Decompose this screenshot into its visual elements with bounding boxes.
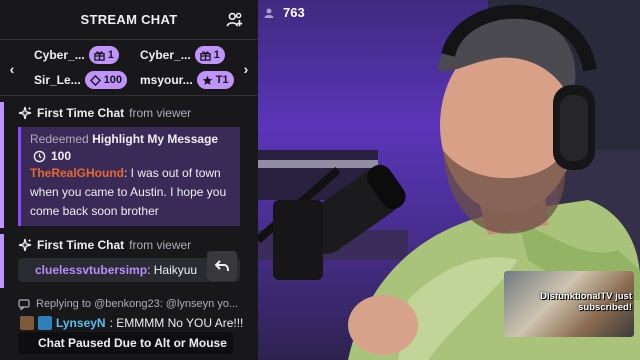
reward-name: Highlight My Message — [92, 132, 219, 146]
channel-points-icon — [33, 150, 46, 162]
gift-badge: 1 — [88, 46, 119, 64]
chat-title: STREAM CHAT — [80, 12, 178, 27]
subscriber-badge-icon — [38, 316, 52, 330]
gifter-chip[interactable]: msyour... T1 — [140, 69, 234, 91]
first-time-chat-title: First Time Chat — [37, 238, 125, 252]
reply-context[interactable]: Replying to @benkong23: @lynseyn yo... — [18, 298, 238, 310]
gift-badge: 1 — [194, 46, 225, 64]
viewers-icon — [264, 8, 274, 18]
badge-avatar-icon — [20, 316, 34, 330]
redeem-line: Redeemed Highlight My Message — [30, 132, 219, 146]
subscription-alert-text: DisfunktionalTV just subscribed! — [540, 291, 632, 313]
gifter-name: Cyber_... — [34, 48, 85, 62]
chat-username[interactable]: LynseyN — [56, 316, 106, 330]
gift-icon — [199, 50, 211, 61]
chat-header: STREAM CHAT — [0, 0, 258, 40]
first-time-chat-title: First Time Chat — [37, 106, 125, 120]
viewer-count: 763 — [264, 5, 305, 20]
subscriber-tier-badge: T1 — [196, 71, 234, 89]
sparkle-icon — [18, 238, 32, 252]
gifter-name: Cyber_... — [140, 48, 191, 62]
reply-button[interactable] — [207, 251, 237, 281]
sparkle-icon — [18, 106, 32, 120]
carousel-right-arrow-icon[interactable]: › — [240, 62, 252, 76]
channel-points-badge: 100 — [84, 71, 128, 89]
chat-message-text: : EMMMM No YOU Are!!! — [109, 316, 244, 330]
first-time-chat-header: First Time Chat from viewer — [4, 102, 258, 124]
redeem-points: 100 — [33, 149, 232, 163]
subscription-alert: DisfunktionalTV just subscribed! — [504, 271, 634, 337]
first-time-chat-subtitle: from viewer — [129, 106, 192, 120]
highlighted-message: Redeemed Highlight My Message 100 TheRea… — [18, 127, 240, 226]
reply-context-text: Replying to @benkong23: @lynseyn yo... — [36, 298, 239, 310]
gifter-chip[interactable]: Cyber_... 1 — [140, 44, 225, 66]
gifter-name: msyour... — [140, 73, 193, 87]
reply-thread-icon — [18, 299, 30, 310]
gifter-chip[interactable]: Cyber_... 1 — [34, 44, 119, 66]
carousel-left-arrow-icon[interactable]: ‹ — [6, 62, 18, 76]
chat-paused-banner[interactable]: Chat Paused Due to Alt or Mouse — [18, 332, 233, 354]
top-gifters-carousel: ‹ Cyber_... 1 Cyber_... 1 Sir_Le... 100 … — [0, 40, 258, 96]
gifter-chip[interactable]: Sir_Le... 100 — [34, 69, 128, 91]
stream-video[interactable]: 763 DisfunktionalTV just subscribed! — [258, 0, 640, 360]
star-icon — [202, 75, 213, 85]
chat-message-text: : Haikyuu — [147, 263, 198, 277]
chat-panel: STREAM CHAT ‹ Cyber_... 1 Cyber_... 1 Si… — [0, 0, 258, 360]
reply-arrow-icon — [214, 260, 229, 272]
chat-username[interactable]: TheRealGHound — [30, 166, 124, 180]
chat-message[interactable]: LynseyN: EMMMM No YOU Are!!! — [20, 316, 243, 330]
chat-username[interactable]: cluelessvtubersimp — [35, 263, 147, 277]
channel-points-icon — [89, 74, 101, 86]
gift-icon — [93, 50, 105, 61]
first-time-chat-subtitle: from viewer — [129, 238, 192, 252]
chat-message-body: TheRealGHound: I was out of town when yo… — [30, 164, 232, 221]
community-users-icon[interactable] — [226, 11, 244, 29]
gifter-name: Sir_Le... — [34, 73, 81, 87]
